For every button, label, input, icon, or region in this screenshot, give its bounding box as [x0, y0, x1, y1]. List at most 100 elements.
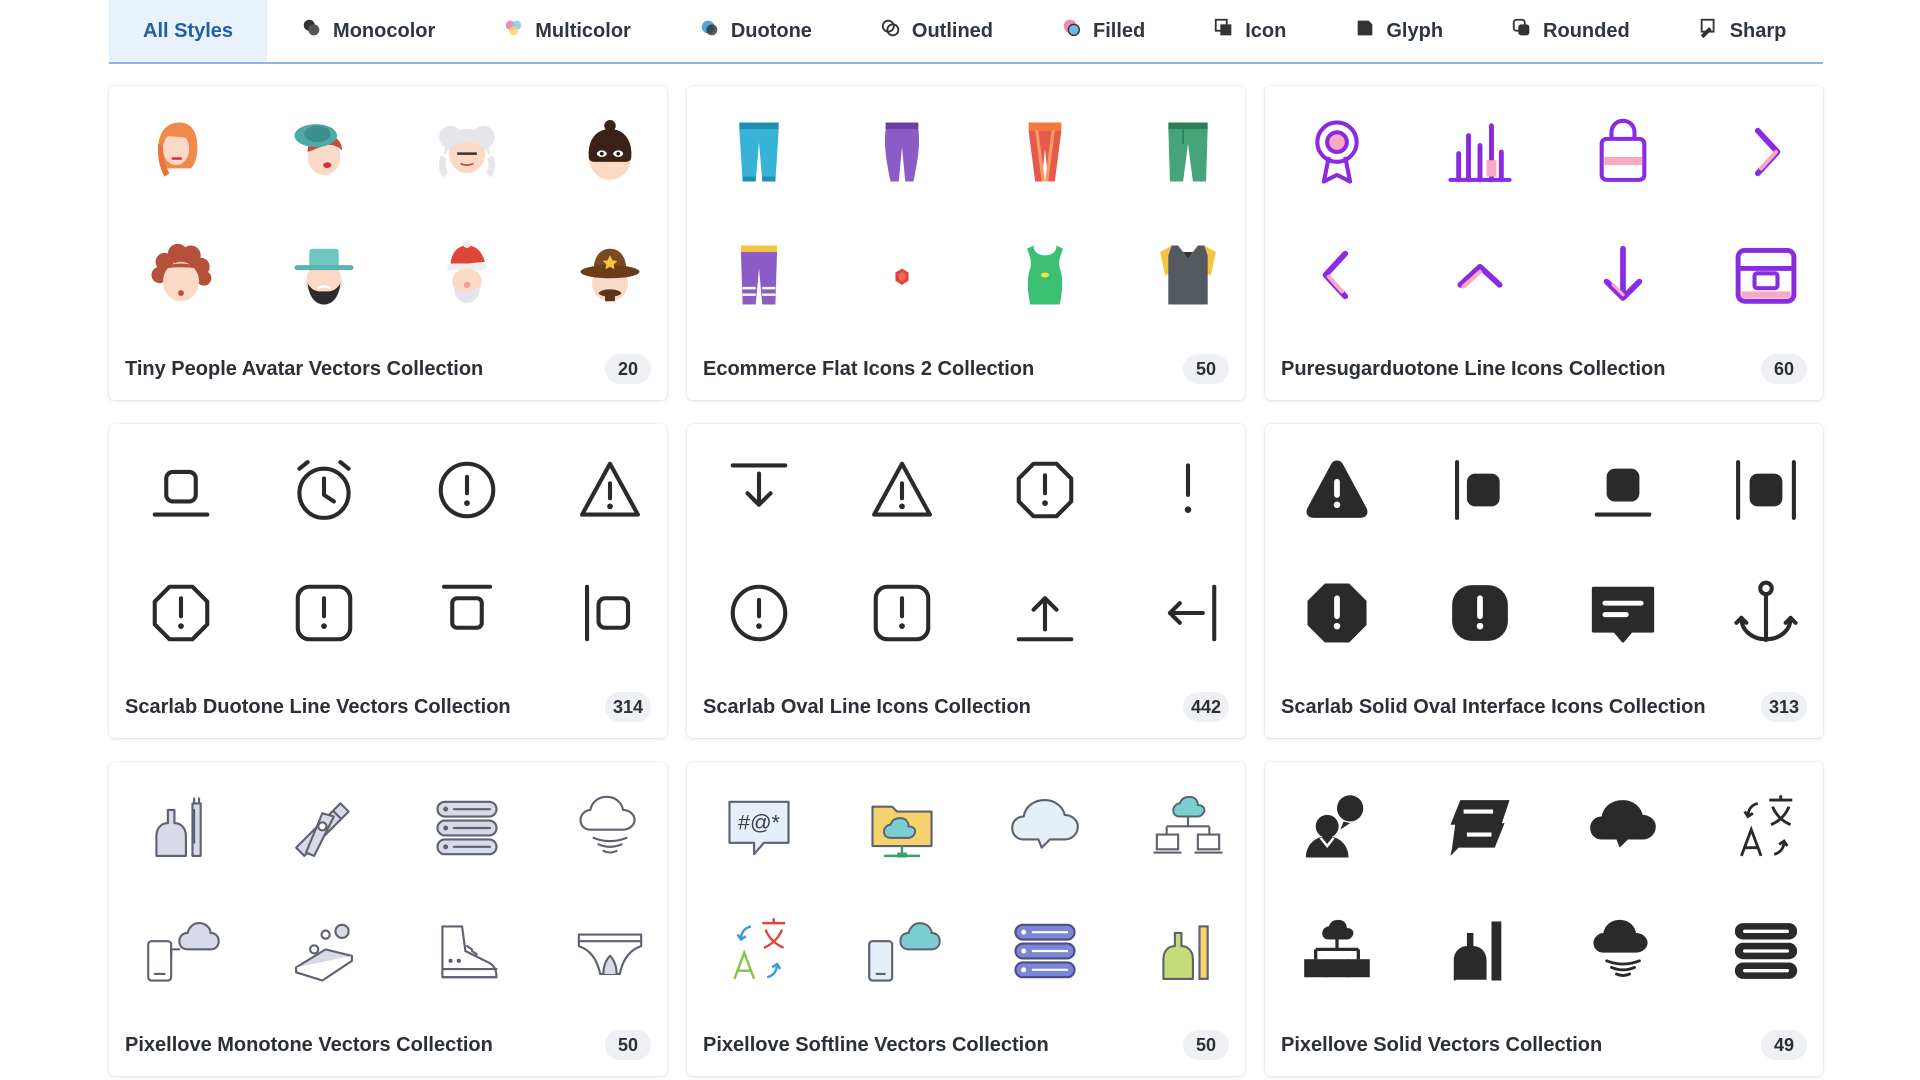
tab-icon[interactable]: Icon	[1179, 0, 1320, 62]
tab-rounded[interactable]: Rounded	[1477, 0, 1664, 62]
outlined-icon	[880, 17, 902, 45]
striped-pants-icon	[687, 213, 830, 336]
message-solid-icon	[1551, 551, 1694, 674]
collection-title[interactable]: Puresugarduotone Line Icons Collection	[1281, 358, 1665, 381]
thought-cloud-icon	[973, 766, 1116, 889]
collection-card[interactable]: Scarlab Solid Oval Interface Icons Colle…	[1265, 424, 1823, 738]
align-bottom-solid-icon	[1551, 428, 1694, 551]
arrow-up-from-line-icon	[973, 551, 1116, 674]
align-left-icon	[538, 551, 681, 674]
icon-count-badge: 49	[1761, 1030, 1807, 1060]
tab-label: Duotone	[730, 19, 812, 42]
icon-count-badge: 20	[605, 354, 651, 384]
tab-label: Filled	[1093, 19, 1146, 42]
cloud-signal-icon	[538, 766, 681, 889]
sharp-icon	[1698, 17, 1720, 45]
tab-multicolor[interactable]: Multicolor	[469, 0, 665, 62]
icon-preview-grid	[1265, 86, 1823, 340]
cloud-folder-icon	[830, 766, 973, 889]
alert-octagon-icon	[973, 428, 1116, 551]
chevron-left-icon	[1265, 213, 1408, 336]
icon-preview-grid: #@*	[687, 762, 1245, 1016]
tab-monocolor[interactable]: Monocolor	[267, 0, 469, 62]
anchor-icon	[1694, 551, 1837, 674]
curly-hair-icon	[109, 213, 252, 336]
align-left-solid-icon	[1408, 428, 1551, 551]
rounded-icon	[1511, 17, 1533, 45]
collection-card[interactable]: Puresugarduotone Line Icons Collection 60	[1265, 86, 1823, 400]
collection-title[interactable]: Pixellove Softline Vectors Collection	[703, 1034, 1049, 1057]
collection-title[interactable]: Pixellove Monotone Vectors Collection	[125, 1034, 493, 1057]
tab-all-styles[interactable]: All Styles	[109, 0, 268, 62]
icon-count-badge: 50	[1183, 1030, 1229, 1060]
arrow-left-to-line-icon	[1116, 551, 1259, 674]
alert-triangle-icon	[538, 428, 681, 551]
chevron-up-icon	[1408, 213, 1551, 336]
sneaker-icon	[395, 889, 538, 1012]
translate-icon	[687, 889, 830, 1012]
chat-user-icon	[1265, 766, 1408, 889]
alarm-clock-icon	[252, 428, 395, 551]
phone-cloud-icon	[830, 889, 973, 1012]
icon-preview-grid	[687, 424, 1245, 678]
translate-icon	[1694, 766, 1837, 889]
collection-title[interactable]: Pixellove Solid Vectors Collection	[1281, 1034, 1602, 1057]
collection-title[interactable]: Tiny People Avatar Vectors Collection	[125, 358, 483, 381]
collection-title[interactable]: Ecommerce Flat Icons 2 Collection	[703, 358, 1034, 381]
clothes-peg-icon	[252, 766, 395, 889]
server-stack-icon	[1694, 889, 1837, 1012]
align-top-icon	[395, 551, 538, 674]
underwear-icon	[538, 889, 681, 1012]
monocolor-icon	[301, 17, 323, 45]
icon-count-badge: 50	[1183, 354, 1229, 384]
alert-triangle-solid-icon	[1265, 428, 1408, 551]
dustpan-brush-icon	[1116, 889, 1259, 1012]
collection-card[interactable]: #@* Pixellove Softline Vectors Collection…	[687, 762, 1245, 1076]
collection-grid: Tiny People Avatar Vectors Collection 20 E…	[109, 86, 1823, 1076]
align-bottom-icon	[109, 428, 252, 551]
icon-preview-grid	[1265, 424, 1823, 678]
tab-duotone[interactable]: Duotone	[665, 0, 846, 62]
collection-card[interactable]: Pixellove Monotone Vectors Collection 50	[109, 762, 667, 1076]
exclamation-icon	[1116, 428, 1259, 551]
tab-label: Sharp	[1729, 19, 1787, 42]
alert-triangle-icon	[830, 428, 973, 551]
collection-card[interactable]: Ecommerce Flat Icons 2 Collection 50	[687, 86, 1245, 400]
tab-sharp[interactable]: Sharp	[1664, 0, 1821, 62]
tab-filled[interactable]: Filled	[1027, 0, 1179, 62]
green-top-icon	[973, 213, 1116, 336]
soap-bubbles-icon	[252, 889, 395, 1012]
icon-count-badge: 50	[605, 1030, 651, 1060]
bar-chart-icon	[1408, 90, 1551, 213]
icon-count-badge: 60	[1761, 354, 1807, 384]
woman-redhead-icon	[109, 90, 252, 213]
award-ribbon-icon	[1265, 90, 1408, 213]
collection-card[interactable]: Scarlab Oval Line Icons Collection 442	[687, 424, 1245, 738]
collection-title[interactable]: Scarlab Duotone Line Vectors Collection	[125, 696, 511, 719]
shopping-bag-icon	[1551, 90, 1694, 213]
phone-cloud-icon	[109, 889, 252, 1012]
icon-count-badge: 314	[605, 692, 651, 722]
chat-bubbles-icon	[1408, 766, 1551, 889]
collection-card[interactable]: Tiny People Avatar Vectors Collection 20	[109, 86, 667, 400]
sheriff-icon	[538, 213, 681, 336]
tab-label: All Styles	[143, 19, 234, 42]
tab-label: Multicolor	[535, 19, 631, 42]
collection-card[interactable]: Pixellove Solid Vectors Collection 49	[1265, 762, 1823, 1076]
small-gem-icon	[830, 213, 973, 336]
collection-card[interactable]: Scarlab Duotone Line Vectors Collection 3…	[109, 424, 667, 738]
alert-square-solid-icon	[1408, 551, 1551, 674]
filled-icon	[1061, 17, 1083, 45]
icon-preview-grid	[1265, 762, 1823, 1016]
tab-outlined[interactable]: Outlined	[846, 0, 1027, 62]
tab-glyph[interactable]: Glyph	[1320, 0, 1477, 62]
purple-pants-icon	[830, 90, 973, 213]
collection-title[interactable]: Scarlab Oval Line Icons Collection	[703, 696, 1031, 719]
cowboy-beard-icon	[252, 213, 395, 336]
dustpan-brush-icon	[109, 766, 252, 889]
tab-label: Monocolor	[333, 19, 436, 42]
cloud-signal-icon	[1551, 889, 1694, 1012]
icon-preview-grid	[109, 86, 667, 340]
green-pants-icon	[1116, 90, 1259, 213]
collection-title[interactable]: Scarlab Solid Oval Interface Icons Colle…	[1281, 696, 1706, 719]
